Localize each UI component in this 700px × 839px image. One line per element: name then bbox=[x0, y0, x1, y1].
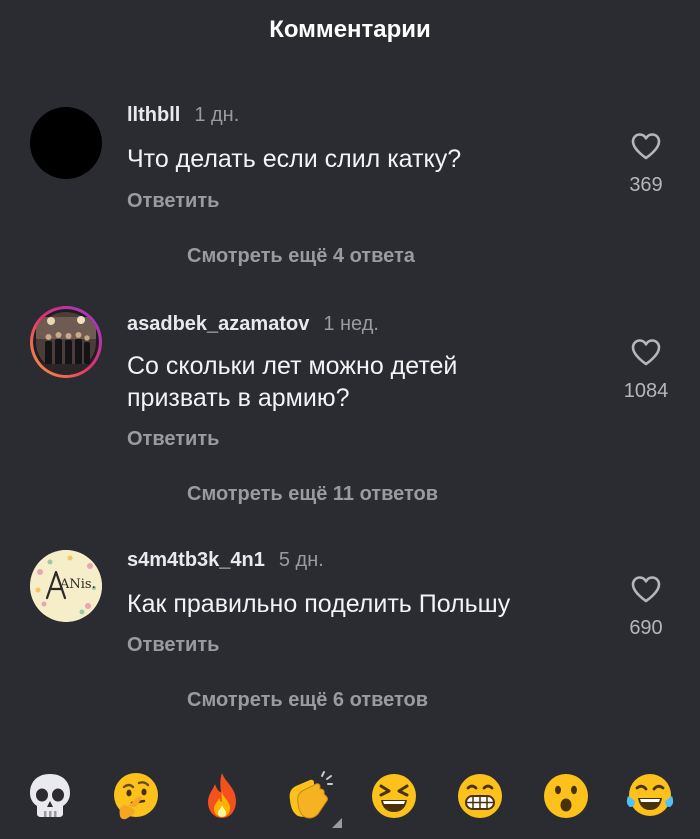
avatar-photo bbox=[33, 309, 99, 375]
reply-button[interactable]: Ответить bbox=[127, 190, 219, 213]
avatar-text: ANis. bbox=[60, 577, 96, 592]
skull-emoji[interactable] bbox=[24, 770, 76, 822]
comment-text: Что делать если слил катку? bbox=[127, 145, 462, 173]
avatar[interactable] bbox=[30, 306, 102, 378]
comment-text: Как правильно поделить Польшу bbox=[127, 590, 511, 618]
like-button[interactable]: 690 bbox=[610, 575, 682, 640]
avatar[interactable] bbox=[30, 107, 102, 179]
reply-button[interactable]: Ответить bbox=[127, 634, 219, 657]
view-more-replies[interactable]: Смотреть ещё 11 ответов bbox=[0, 483, 700, 506]
like-count: 1084 bbox=[623, 380, 669, 402]
more-emoji-indicator[interactable] bbox=[332, 818, 342, 828]
tears-of-joy-emoji[interactable] bbox=[624, 770, 676, 822]
like-count: 369 bbox=[629, 174, 663, 196]
clapping-hands-emoji[interactable] bbox=[282, 770, 334, 822]
fire-emoji[interactable] bbox=[196, 770, 248, 822]
comment-username[interactable]: llthbll bbox=[127, 104, 180, 127]
thinking-face-emoji[interactable] bbox=[110, 770, 162, 822]
heart-icon[interactable] bbox=[630, 575, 662, 603]
like-button[interactable]: 369 bbox=[610, 132, 682, 197]
like-button[interactable]: 1084 bbox=[610, 338, 682, 403]
avatar[interactable]: ANis. bbox=[30, 550, 102, 622]
page-title: Комментарии bbox=[269, 16, 431, 43]
comment-time: 1 нед. bbox=[323, 313, 379, 335]
comment-text: Со скольки лет можно детей призвать в ар… bbox=[127, 352, 458, 412]
like-count: 690 bbox=[629, 617, 663, 639]
reply-button[interactable]: Ответить bbox=[127, 428, 219, 451]
heart-icon[interactable] bbox=[630, 338, 662, 366]
comment-time: 1 дн. bbox=[194, 104, 240, 126]
heart-icon[interactable] bbox=[630, 132, 662, 160]
emoji-reaction-bar bbox=[0, 748, 700, 839]
view-more-replies[interactable]: Смотреть ещё 4 ответа bbox=[0, 245, 700, 268]
comment-time: 5 дн. bbox=[278, 549, 324, 571]
astonished-face-emoji[interactable] bbox=[540, 770, 592, 822]
comment-username[interactable]: s4m4tb3k_4n1 bbox=[127, 549, 265, 572]
header: Комментарии bbox=[0, 0, 700, 60]
laughing-squint-emoji[interactable] bbox=[368, 770, 420, 822]
grinning-teeth-emoji[interactable] bbox=[454, 770, 506, 822]
comment-username[interactable]: asadbek_azamatov bbox=[127, 313, 309, 336]
view-more-replies[interactable]: Смотреть ещё 6 ответов bbox=[0, 689, 700, 712]
